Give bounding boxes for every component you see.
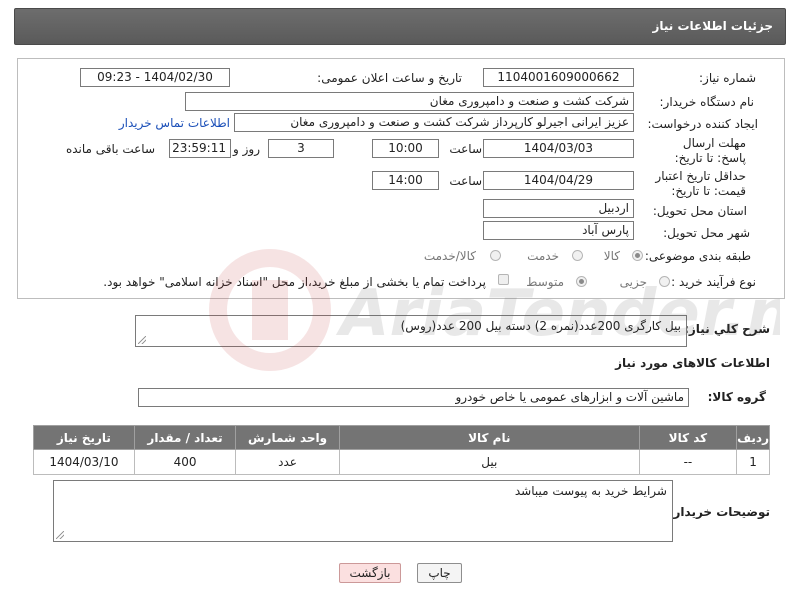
days-and-label: روز و [233,142,260,156]
description-text: بیل کارگری 200عدد(نمره 2) دسته بیل 200 ع… [400,319,681,333]
announce-date-label: تاریخ و ساعت اعلان عمومی: [317,71,462,85]
price-validity-date-field: 1404/04/29 [483,171,634,190]
cell-goods-code: -- [638,449,738,475]
resize-grip-icon[interactable] [56,531,64,539]
col-unit: واحد شمارش [235,425,340,450]
goods-group-field: ماشین آلات و ابزارهای عمومی یا خاص خودرو [138,388,689,407]
col-quantity: تعداد / مقدار [133,425,237,450]
buyer-notes-text: شرایط خرید به پیوست میباشد [514,484,667,498]
goods-table: ردیف کد کالا نام کالا واحد شمارش تعداد /… [33,425,770,475]
buyer-org-field: شرکت کشت و صنعت و دامپروری مغان [185,92,634,111]
deadline-date-field: 1404/03/03 [483,139,634,158]
deadline-label: مهلت ارسال پاسخ: تا تاریخ: [674,136,746,165]
cell-unit: عدد [235,449,340,475]
process-radio-medium[interactable] [576,276,587,287]
city-field: پارس آباد [483,221,634,240]
table-row: 1 -- بیل عدد 400 1404/03/10 [33,449,770,475]
buyer-contact-link[interactable]: اطلاعات تماس خریدار [119,116,230,130]
back-button[interactable]: بازگشت [339,563,401,583]
category-option-service: خدمت [527,249,559,263]
cell-need-date: 1404/03/10 [33,449,135,475]
buyer-org-label: نام دستگاه خریدار: [659,95,755,109]
cell-quantity: 400 [133,449,237,475]
page-title-bar: جزئیات اطلاعات نیاز [14,8,786,45]
col-goods-name: نام کالا [338,425,640,450]
treasury-payment-checkbox[interactable] [498,274,509,285]
remaining-time-label: ساعت باقی مانده [65,142,155,156]
category-option-goods: کالا [603,249,620,263]
deadline-time-label: ساعت [449,142,482,156]
province-field: اردبیل [483,199,634,218]
goods-group-label: گروه کالا: [707,390,766,404]
deadline-time-field: 10:00 [372,139,439,158]
process-option-minor: جزیی [619,275,647,289]
process-type-label: نوع فرآیند خرید : [671,275,756,289]
price-validity-time-label: ساعت [449,174,482,188]
goods-table-header: ردیف کد کالا نام کالا واحد شمارش تعداد /… [33,425,770,450]
process-option-medium: متوسط [526,275,564,289]
resize-grip-icon[interactable] [138,336,146,344]
buyer-notes-textarea[interactable]: شرایط خرید به پیوست میباشد [53,480,673,542]
treasury-payment-note: پرداخت تمام یا بخشی از مبلغ خرید،از محل … [103,275,486,289]
col-goods-code: کد کالا [638,425,738,450]
col-row-number: ردیف [736,425,770,450]
category-label: طبقه بندی موضوعی: [644,249,751,263]
remaining-days-field: 3 [268,139,334,158]
category-radio-goods[interactable] [632,250,643,261]
buyer-notes-label: توضیحات خریدار: [668,505,770,519]
cell-goods-name: بیل [338,449,640,475]
need-number-label: شماره نیاز: [699,71,756,85]
print-button[interactable]: چاپ [417,563,462,583]
category-radio-service[interactable] [572,250,583,261]
cell-row-number: 1 [736,449,770,475]
col-need-date: تاریخ نیاز [33,425,135,450]
category-option-goods-service: کالا/خدمت [423,249,476,263]
creator-field: عزیز ایرانی اجیرلو کارپرداز شرکت کشت و ص… [234,113,634,132]
need-number-field: 1104001609000662 [483,68,634,87]
price-validity-label: حداقل تاریخ اعتبار قیمت: تا تاریخ: [655,169,746,198]
announce-date-field: 1404/02/30 - 09:23 [80,68,230,87]
process-radio-minor[interactable] [659,276,670,287]
description-textarea[interactable]: بیل کارگری 200عدد(نمره 2) دسته بیل 200 ع… [135,315,687,347]
goods-section-title: اطلاعات کالاهای مورد نیاز [615,356,770,370]
category-radio-goods-service[interactable] [490,250,501,261]
province-label: استان محل تحویل: [652,204,747,218]
description-label: شرح کلي نياز: [684,322,770,336]
remaining-time-field: 23:59:11 [169,139,231,158]
price-validity-time-field: 14:00 [372,171,439,190]
city-label: شهر محل تحویل: [663,226,750,240]
creator-label: ایجاد کننده درخواست: [647,117,758,131]
page-title: جزئیات اطلاعات نیاز [652,19,773,33]
